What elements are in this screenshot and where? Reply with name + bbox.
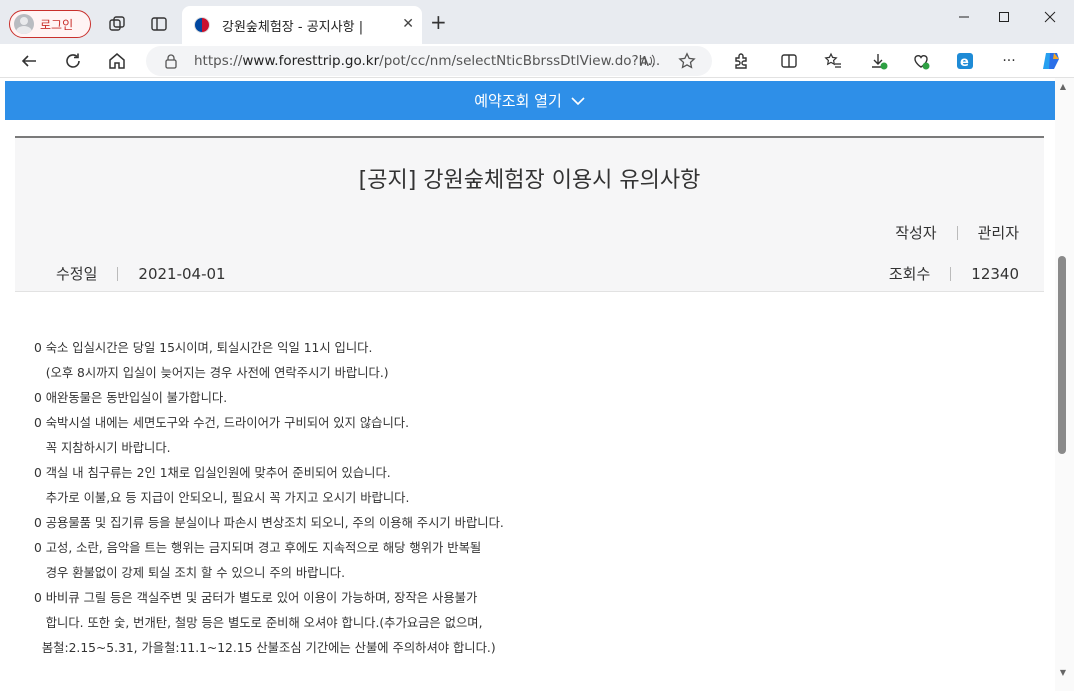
notice-body-line: (오후 8시까지 입실이 늦어지는 경우 사전에 연락주시기 바랍니다.) [34,366,389,380]
notice-body-line: 합니다. 또한 숯, 번개탄, 철망 등은 별도로 준비해 오셔야 합니다.(추… [34,616,483,630]
reservation-toggle-button[interactable]: 예약조회 열기 [5,81,1055,120]
svg-text:A: A [640,55,649,70]
notice-body-line: 0 바비큐 그릴 등은 객실주변 및 굼터가 별도로 있어 이용이 가능하며, … [34,591,478,605]
views-meta: 조회수 12340 [889,263,1019,284]
modified-label: 수정일 [56,265,98,283]
notice-body-line: 봄철:2.15~5.31, 가을철:11.1~12.15 산불조심 기간에는 산… [34,641,496,655]
notice-body-line: 0 고성, 소란, 음악을 트는 행위는 금지되며 경고 후에도 지속적으로 해… [34,541,482,555]
avatar-icon [14,14,34,34]
plus-icon[interactable]: + [430,12,447,32]
split-screen-icon[interactable] [780,52,798,70]
window-close-icon[interactable] [1030,6,1070,28]
notice-body-line: 0 객실 내 침구류는 2인 1채로 입실인원에 맞추어 준비되어 있습니다. [34,466,391,480]
tab-title: 강원숲체험장 - 공지사항 | [222,19,364,35]
title-bar: 로그인 강원숲체험장 - 공지사항 | ✕ + [0,0,1074,44]
notice-title: [공지] 강원숲체험장 이용시 유의사항 [358,168,701,193]
views-value: 12340 [971,264,1019,283]
notice-body-line: 0 숙박시설 내에는 세면도구와 수건, 드라이어가 구비되어 있지 않습니다. [34,416,409,430]
url-host: www.foresttrip.go.kr [242,53,380,69]
notice-body-line: 꼭 지참하시기 바랍니다. [34,441,171,455]
profile-label: 로그인 [40,17,74,32]
profile-button[interactable]: 로그인 [9,10,91,38]
back-icon[interactable] [20,52,38,70]
notice-body-line: 0 공용물품 및 집기류 등을 분실이나 파손시 변상조치 되오니, 주의 이용… [34,516,504,530]
edge-icon[interactable]: e [956,52,974,70]
views-label: 조회수 [888,265,931,283]
tab-actions-icon[interactable] [150,15,168,33]
active-tab[interactable]: 강원숲체험장 - 공지사항 | ✕ [182,6,422,44]
author-label: 작성자 [895,224,937,242]
notice-body-line: 0 애완동물은 동반입실이 불가합니다. [34,391,228,405]
reservation-toggle-label: 예약조회 열기 [474,92,562,110]
author-meta: 작성자 관리자 [895,222,1019,243]
modified-meta: 수정일 2021-04-01 [56,263,226,284]
home-icon[interactable] [108,52,126,70]
author-value: 관리자 [977,224,1019,242]
read-aloud-icon[interactable]: A [638,52,656,70]
divider [956,225,958,240]
url-prefix: https:// [194,53,243,69]
lock-icon[interactable] [162,52,180,70]
scroll-thumb[interactable] [1058,256,1066,454]
extensions-icon[interactable] [732,52,750,70]
favorite-icon[interactable] [678,52,696,70]
scroll-up-icon[interactable]: ▲ [1058,82,1068,91]
page-scrollbar[interactable]: ▲ ▼ [1055,78,1074,691]
url-path: /pot/cc/nm/selectNticBbrssDtlView.do?h..… [379,53,661,69]
downloads-icon[interactable] [870,52,888,70]
divider [950,266,952,281]
copilot-icon[interactable] [1040,50,1062,72]
modified-value: 2021-04-01 [138,264,226,283]
favorites-bar-icon[interactable] [824,52,842,70]
favicon-icon [194,17,210,33]
notice-body-line: 0 숙소 입실시간은 당일 15시이며, 퇴실시간은 익일 11시 입니다. [34,341,373,355]
chevron-down-icon [570,92,586,110]
page-content: 예약조회 열기 [공지] 강원숲체험장 이용시 유의사항 작성자 관리자 수정일… [0,78,1074,691]
notice-body: 0 숙소 입실시간은 당일 15시이며, 퇴실시간은 익일 11시 입니다. (… [34,336,504,661]
refresh-icon[interactable] [64,52,82,70]
more-icon[interactable]: ··· [1000,52,1018,70]
close-icon[interactable]: ✕ [402,16,414,32]
url-text: https://www.foresttrip.go.kr/pot/cc/nm/s… [194,53,660,69]
svg-text:e: e [960,55,969,70]
maximize-icon[interactable] [984,6,1024,28]
notice-header: [공지] 강원숲체험장 이용시 유의사항 작성자 관리자 수정일 2021-04… [15,136,1044,292]
health-icon[interactable] [912,52,930,70]
address-bar[interactable]: https://www.foresttrip.go.kr/pot/cc/nm/s… [146,46,712,76]
browser-toolbar: https://www.foresttrip.go.kr/pot/cc/nm/s… [0,44,1074,78]
notice-body-line: 경우 환불없이 강제 퇴실 조치 할 수 있으니 주의 바랍니다. [34,566,346,580]
scroll-down-icon[interactable]: ▼ [1058,668,1068,677]
notice-body-line: 추가로 이불,요 등 지급이 안되오니, 필요시 꼭 가지고 오시기 바랍니다. [34,491,410,505]
divider [117,266,119,281]
minimize-icon[interactable] [944,6,984,28]
workspaces-icon[interactable] [108,15,126,33]
